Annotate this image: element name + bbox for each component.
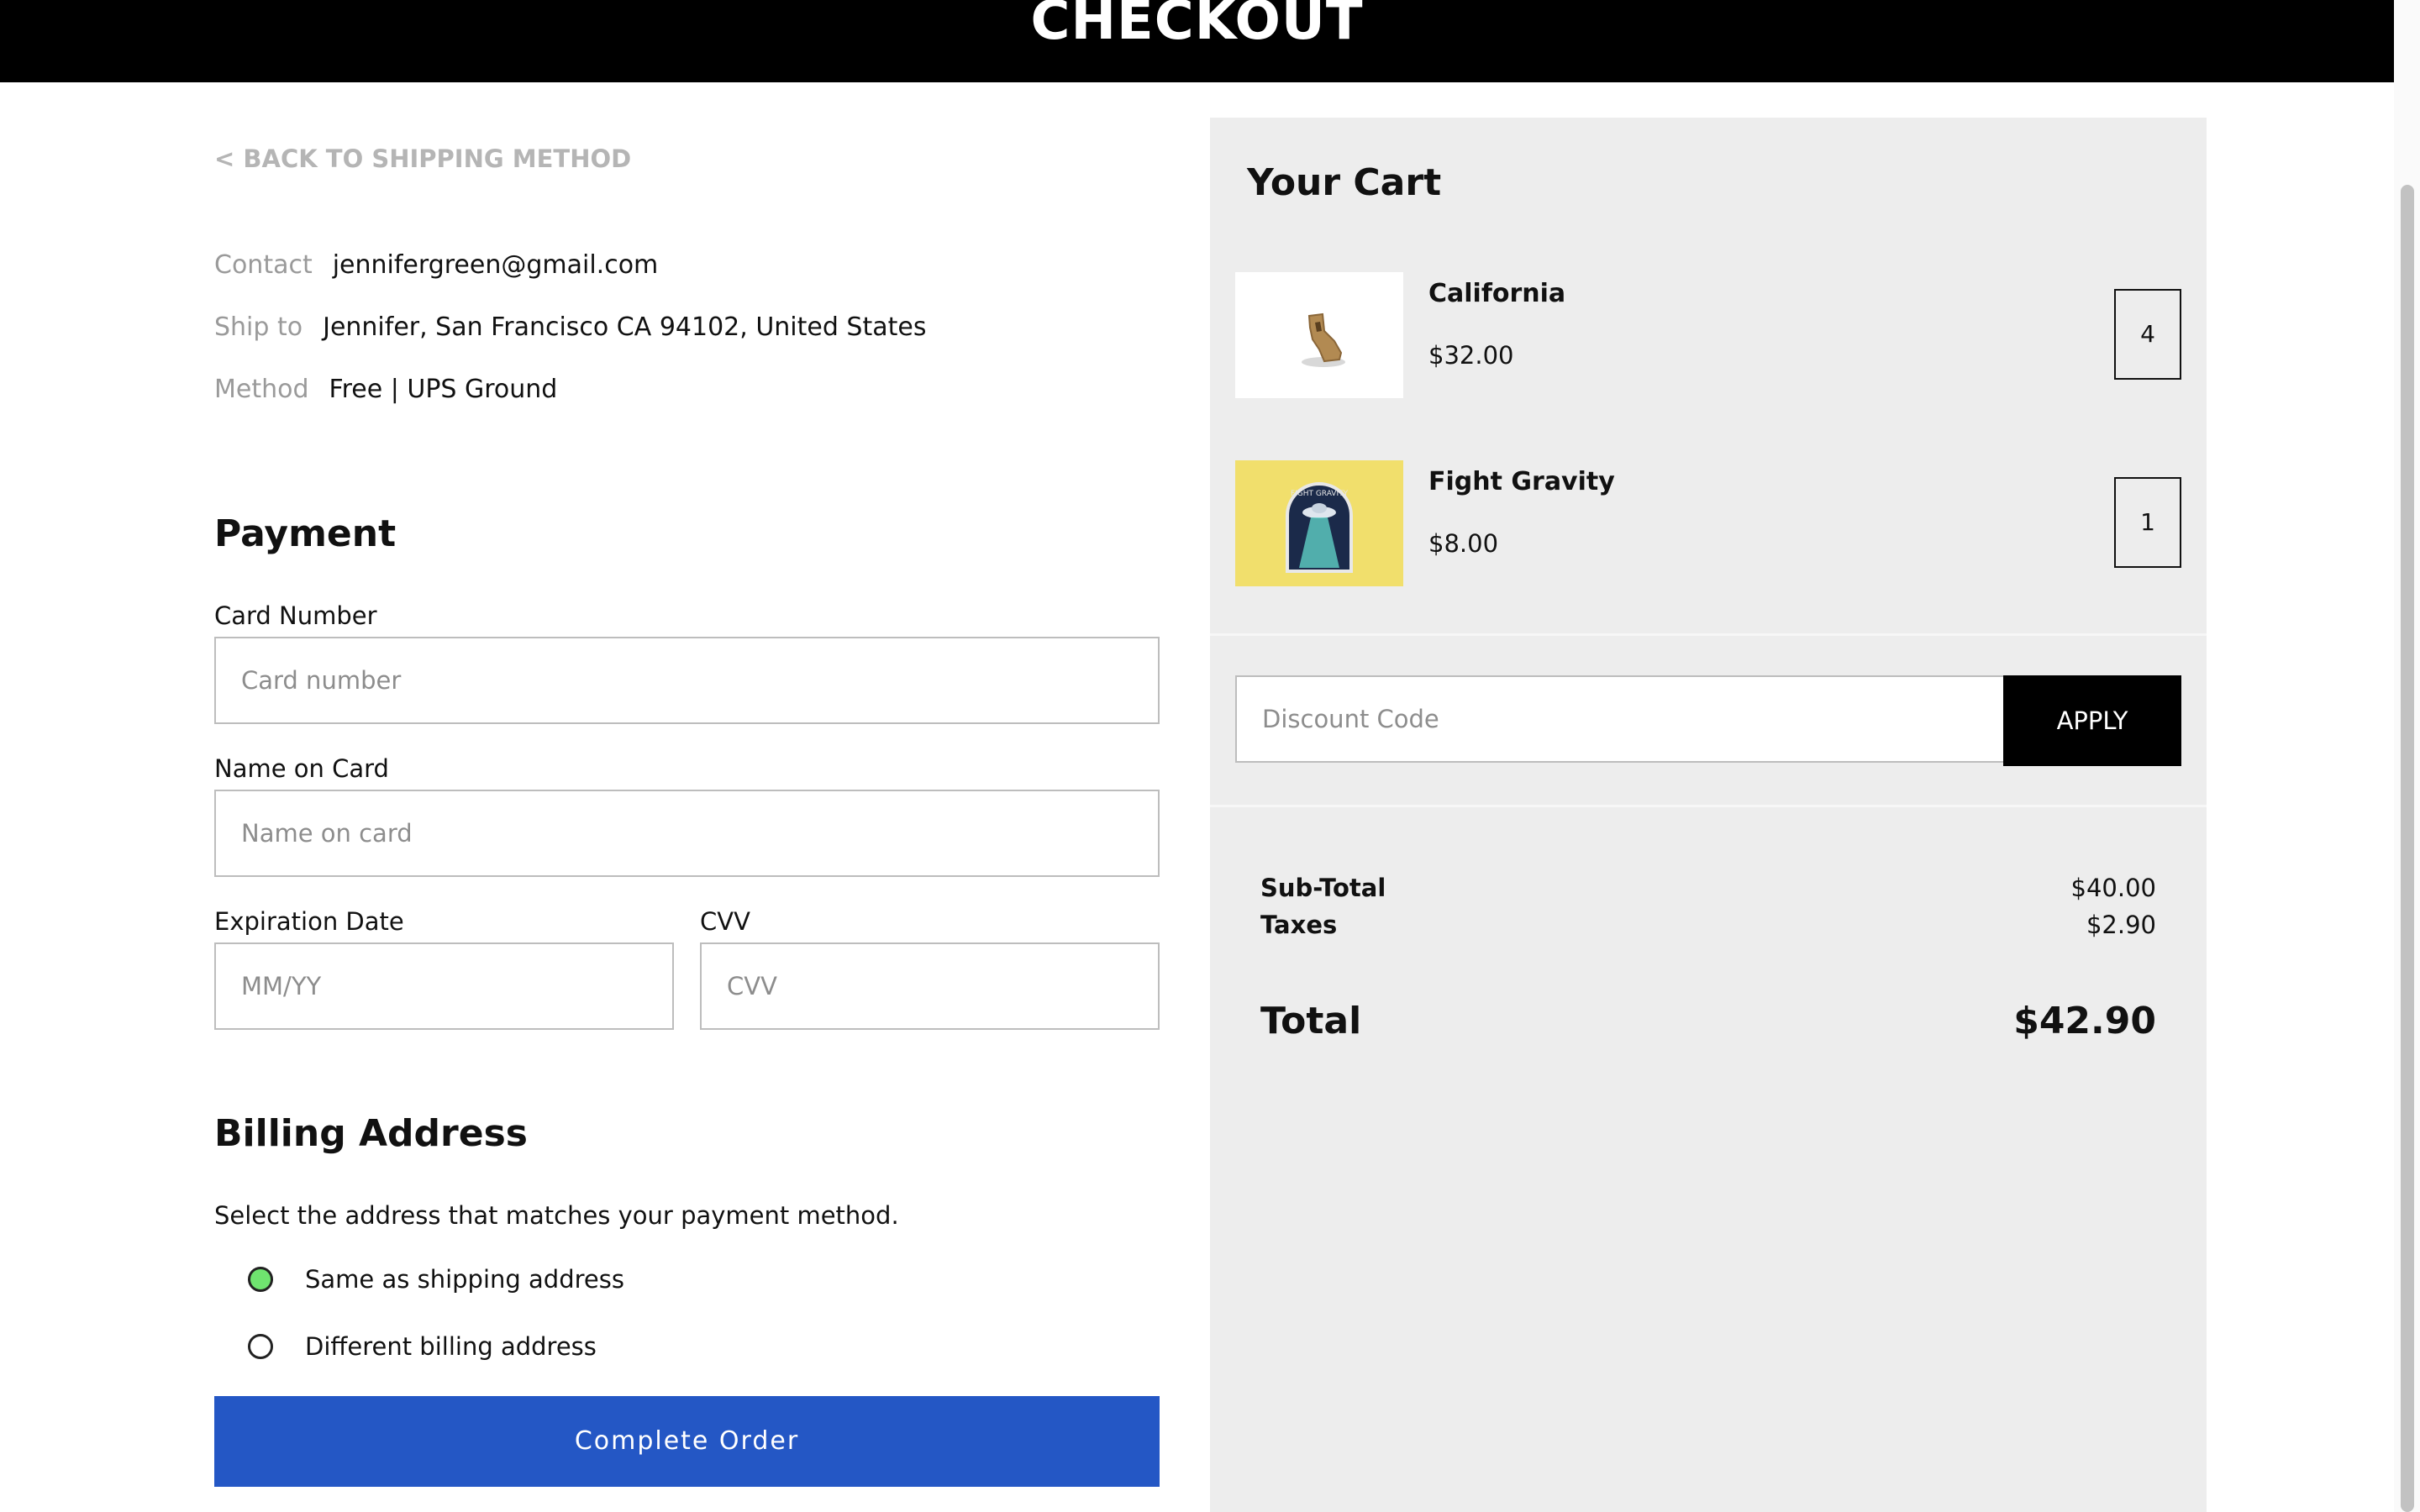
method-value: Free | UPS Ground <box>329 375 558 404</box>
billing-option-same-label: Same as shipping address <box>305 1265 624 1294</box>
cart-item: California $32.00 4 <box>1235 272 2181 398</box>
checkout-form-column: < BACK TO SHIPPING METHOD Contact jennife… <box>214 0 1160 1512</box>
method-label: Method <box>214 375 309 404</box>
billing-instruction: Select the address that matches your pay… <box>214 1201 899 1230</box>
name-on-card-input[interactable] <box>214 790 1160 877</box>
contact-row: Contact jennifergreen@gmail.com <box>214 250 658 280</box>
radio-unselected-icon[interactable] <box>248 1334 273 1359</box>
quantity-box[interactable]: 1 <box>2114 477 2181 568</box>
ship-to-row: Ship to Jennifer, San Francisco CA 94102,… <box>214 312 926 342</box>
scrollbar-thumb[interactable] <box>2401 185 2414 1512</box>
card-number-input[interactable] <box>214 637 1160 724</box>
discount-code-input[interactable] <box>1235 675 2005 763</box>
quantity-box[interactable]: 4 <box>2114 289 2181 380</box>
contact-label: Contact <box>214 250 313 280</box>
back-to-shipping-link[interactable]: < BACK TO SHIPPING METHOD <box>214 144 631 173</box>
cart-item-price: $32.00 <box>1428 341 1514 370</box>
billing-option-same[interactable]: Same as shipping address <box>248 1265 624 1294</box>
cart-item-name: California <box>1428 279 1566 308</box>
method-row: Method Free | UPS Ground <box>214 375 557 404</box>
contact-value: jennifergreen@gmail.com <box>332 250 659 280</box>
cart-panel: Your Cart California $32.00 4 FIGHT GRAV… <box>1210 118 2207 1512</box>
expiration-date-label: Expiration Date <box>214 907 404 936</box>
radio-selected-icon[interactable] <box>248 1267 273 1292</box>
cvv-label: CVV <box>700 907 750 936</box>
ship-to-label: Ship to <box>214 312 303 342</box>
total-label: Total <box>1260 1000 1362 1042</box>
apply-discount-button[interactable]: APPLY <box>2003 675 2181 766</box>
expiration-date-input[interactable] <box>214 942 674 1030</box>
taxes-value: $2.90 <box>2086 911 2156 939</box>
fight-gravity-pin-image: FIGHT GRAVITY <box>1235 460 1403 586</box>
billing-address-heading: Billing Address <box>214 1112 528 1155</box>
ship-to-value: Jennifer, San Francisco CA 94102, United… <box>323 312 927 342</box>
name-on-card-label: Name on Card <box>214 754 389 783</box>
cart-title: Your Cart <box>1247 161 1442 204</box>
cart-item-name: Fight Gravity <box>1428 467 1615 496</box>
cart-divider <box>1210 633 2207 636</box>
subtotal-label: Sub-Total <box>1260 874 1386 902</box>
subtotal-value: $40.00 <box>2070 874 2156 902</box>
total-value: $42.90 <box>2013 1000 2156 1042</box>
cart-item-price: $8.00 <box>1428 529 1499 558</box>
billing-option-different-label: Different billing address <box>305 1332 597 1361</box>
payment-heading: Payment <box>214 512 397 555</box>
cvv-input[interactable] <box>700 942 1160 1030</box>
taxes-label: Taxes <box>1260 911 1338 939</box>
cart-item: FIGHT GRAVITY Fight Gravity $8.00 1 <box>1235 460 2181 586</box>
billing-option-different[interactable]: Different billing address <box>248 1332 597 1361</box>
cart-divider <box>1210 805 2207 807</box>
card-number-label: Card Number <box>214 601 377 630</box>
california-pin-image <box>1235 272 1403 398</box>
svg-text:FIGHT GRAVITY: FIGHT GRAVITY <box>1291 490 1349 498</box>
complete-order-button[interactable]: Complete Order <box>214 1396 1160 1487</box>
